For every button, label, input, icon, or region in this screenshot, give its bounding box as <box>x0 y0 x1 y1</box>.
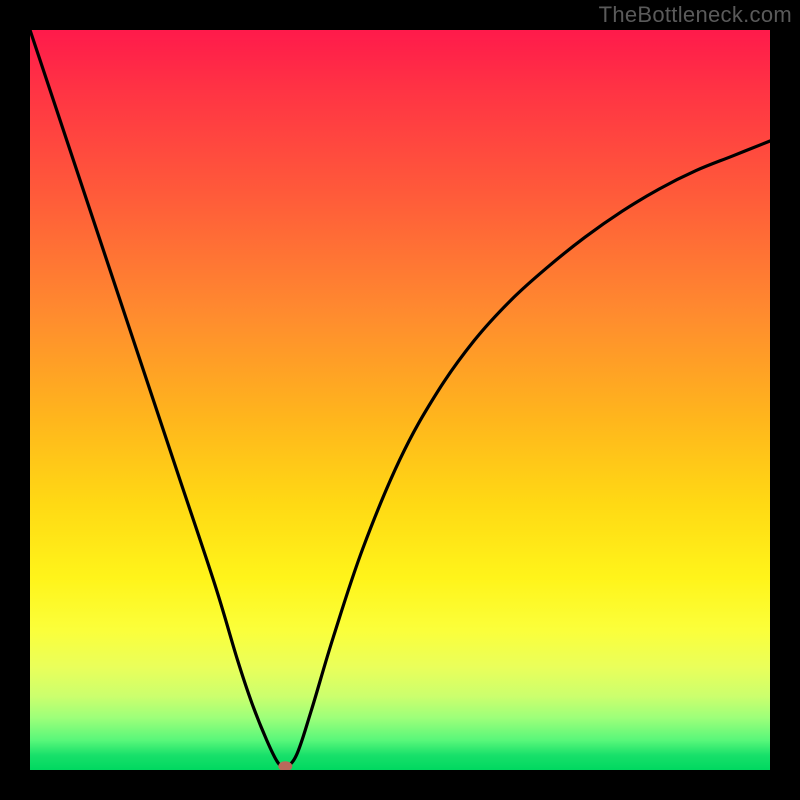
plot-area <box>30 30 770 770</box>
chart-frame: TheBottleneck.com <box>0 0 800 800</box>
bottleneck-curve <box>30 30 770 767</box>
curve-svg <box>30 30 770 770</box>
watermark-text: TheBottleneck.com <box>599 2 792 28</box>
